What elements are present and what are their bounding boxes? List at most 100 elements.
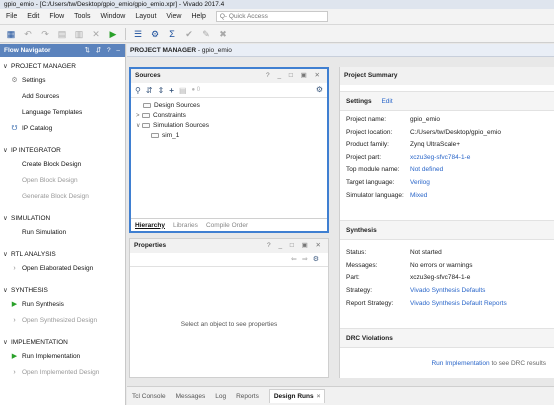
chevron-down-icon: ∨ bbox=[3, 63, 8, 70]
menu-flow[interactable]: Flow bbox=[49, 13, 64, 20]
menu-window[interactable]: Window bbox=[100, 13, 125, 20]
menu-bar: File Edit Flow Tools Window Layout View … bbox=[0, 9, 554, 25]
project-summary-panel: Project Summary Settings Edit Project na… bbox=[339, 67, 554, 378]
nav-run-implementation[interactable]: ▶ Run Implementation bbox=[0, 349, 125, 365]
section-rtl-analysis[interactable]: ∨ RTL ANALYSIS bbox=[0, 248, 125, 261]
run-icon[interactable]: ▶ bbox=[108, 29, 118, 39]
copy-icon[interactable]: ▤ bbox=[57, 29, 67, 39]
nav-ip-catalog[interactable]: ☋ IP Catalog bbox=[0, 121, 125, 137]
panel-controls[interactable]: ? _ □ ▣ ✕ bbox=[267, 239, 324, 253]
nav-add-sources[interactable]: Add Sources bbox=[0, 89, 125, 105]
synthesis-strategy-link[interactable]: Vivado Synthesis Defaults bbox=[410, 285, 485, 298]
summary-row: Target language: Verilog bbox=[340, 177, 554, 190]
nav-settings[interactable]: ⚙ Settings bbox=[0, 73, 125, 89]
settings-icon[interactable]: ⚙ bbox=[150, 29, 160, 39]
tab-reports[interactable]: Reports bbox=[236, 393, 259, 400]
quick-access-input[interactable]: Q- Quick Access bbox=[215, 11, 328, 22]
main-toolbar: ▦ ↶ ↷ ▤ ▥ ✕ ▶ ☰ ⚙ Σ ✔ ✎ ✖ bbox=[0, 25, 554, 43]
flow-navigator: Flow Navigator ⇅ ⇵ ? – ∨ PROJECT MANAGER … bbox=[0, 44, 126, 405]
nav-language-templates[interactable]: Language Templates bbox=[0, 105, 125, 121]
summary-row: Messages: No errors or warnings bbox=[346, 261, 473, 269]
flow-navigator-controls[interactable]: ⇅ ⇵ ? – bbox=[84, 44, 122, 57]
tree-constraints[interactable]: > Constraints bbox=[131, 111, 327, 121]
menu-tools[interactable]: Tools bbox=[74, 13, 90, 20]
menu-edit[interactable]: Edit bbox=[27, 13, 39, 20]
chevron-right-icon: › bbox=[13, 317, 16, 324]
tab-libraries[interactable]: Libraries bbox=[173, 222, 198, 229]
nav-generate-block-design[interactable]: Generate Block Design bbox=[0, 189, 125, 205]
nav-run-synthesis[interactable]: ▶ Run Synthesis bbox=[0, 297, 125, 313]
chevron-down-icon: ∨ bbox=[3, 287, 8, 294]
flow-navigator-title: Flow Navigator bbox=[4, 47, 51, 54]
menu-help[interactable]: Help bbox=[191, 13, 205, 20]
project-summary-header: Project Summary bbox=[340, 67, 554, 85]
search-icon[interactable]: ⚲ bbox=[135, 86, 141, 95]
close-icon[interactable]: × bbox=[317, 393, 321, 400]
target-language-link[interactable]: Verilog bbox=[410, 177, 430, 190]
nav-run-simulation[interactable]: Run Simulation bbox=[0, 225, 125, 241]
open-project-icon[interactable]: ▦ bbox=[6, 29, 16, 39]
pencil-icon[interactable]: ✎ bbox=[201, 29, 211, 39]
nav-open-block-design[interactable]: Open Block Design bbox=[0, 173, 125, 189]
tab-log[interactable]: Log bbox=[215, 393, 226, 400]
paste-icon[interactable]: ▥ bbox=[74, 29, 84, 39]
section-project-manager[interactable]: ∨ PROJECT MANAGER bbox=[0, 60, 125, 73]
section-ip-integrator[interactable]: ∨ IP INTEGRATOR bbox=[0, 144, 125, 157]
flow-navigator-header: Flow Navigator ⇅ ⇵ ? – bbox=[0, 44, 125, 57]
tab-compile-order[interactable]: Compile Order bbox=[206, 222, 248, 229]
properties-empty-message: Select an object to see properties bbox=[180, 321, 278, 328]
nav-create-block-design[interactable]: Create Block Design bbox=[0, 157, 125, 173]
summary-row: Top module name: Not defined bbox=[340, 164, 554, 177]
top-module-link[interactable]: Not defined bbox=[410, 164, 443, 177]
tab-tcl-console[interactable]: Tcl Console bbox=[132, 393, 166, 400]
tree-sim-1[interactable]: sim_1 bbox=[131, 131, 327, 141]
nav-open-elaborated-design[interactable]: › Open Elaborated Design bbox=[0, 261, 125, 277]
auto-connect-icon[interactable]: ✔ bbox=[184, 29, 194, 39]
tab-messages[interactable]: Messages bbox=[176, 393, 206, 400]
ip-icon: ☋ bbox=[11, 125, 18, 132]
forward-arrow-icon[interactable]: ⇒ bbox=[302, 256, 313, 263]
sources-toolbar: ⚲ ⇵ ⇕ + ▤ ● 0 ⚙ bbox=[131, 83, 327, 98]
file-icon[interactable]: ▤ bbox=[179, 86, 187, 95]
edit-settings-link[interactable]: Edit bbox=[381, 98, 392, 105]
program-device-icon[interactable]: ☰ bbox=[133, 29, 143, 39]
properties-header: Properties ? _ □ ▣ ✕ bbox=[130, 239, 328, 253]
nav-open-synthesized-design[interactable]: › Open Synthesized Design bbox=[0, 313, 125, 329]
simulator-language-link[interactable]: Mixed bbox=[410, 190, 427, 203]
gear-icon[interactable]: ⚙ bbox=[316, 85, 323, 94]
section-synthesis[interactable]: ∨ SYNTHESIS bbox=[0, 284, 125, 297]
redo-icon[interactable]: ↷ bbox=[40, 29, 50, 39]
menu-file[interactable]: File bbox=[6, 13, 17, 20]
menu-layout[interactable]: Layout bbox=[135, 13, 156, 20]
cancel-icon[interactable]: ✖ bbox=[218, 29, 228, 39]
play-icon: ▶ bbox=[11, 353, 18, 360]
tab-hierarchy[interactable]: Hierarchy bbox=[135, 222, 165, 229]
tab-design-runs[interactable]: Design Runs × bbox=[268, 389, 326, 403]
chevron-down-icon: ∨ bbox=[3, 251, 8, 258]
panel-controls[interactable]: ? _ □ ▣ ✕ bbox=[266, 69, 323, 83]
tree-simulation-sources[interactable]: ∨ Simulation Sources bbox=[131, 121, 327, 131]
collapse-all-icon[interactable]: ⇵ bbox=[146, 86, 153, 95]
delete-icon[interactable]: ✕ bbox=[91, 29, 101, 39]
folder-icon bbox=[151, 132, 159, 138]
properties-toolbar: ⇐⇒⚙ bbox=[130, 253, 328, 267]
nav-open-implemented-design[interactable]: › Open Implemented Design bbox=[0, 365, 125, 381]
summary-row: Strategy: Vivado Synthesis Defaults bbox=[340, 285, 554, 298]
chevron-down-icon: ∨ bbox=[3, 215, 8, 222]
summary-row: Project name: gpio_emio bbox=[346, 116, 440, 123]
tree-design-sources[interactable]: Design Sources bbox=[131, 101, 327, 111]
report-strategy-link[interactable]: Vivado Synthesis Default Reports bbox=[410, 298, 507, 311]
expand-all-icon[interactable]: ⇕ bbox=[158, 86, 165, 95]
sigma-icon[interactable]: Σ bbox=[167, 29, 177, 39]
undo-icon[interactable]: ↶ bbox=[23, 29, 33, 39]
project-part-link[interactable]: xczu3eg-sfvc784-1-e bbox=[410, 152, 470, 165]
add-icon[interactable]: + bbox=[169, 86, 174, 95]
run-implementation-link[interactable]: Run Implementation bbox=[431, 360, 489, 367]
section-implementation[interactable]: ∨ IMPLEMENTATION bbox=[0, 336, 125, 349]
back-arrow-icon[interactable]: ⇐ bbox=[291, 256, 302, 263]
bottom-tab-bar: Tcl Console Messages Log Reports Design … bbox=[127, 386, 554, 405]
properties-panel: Properties ? _ □ ▣ ✕ ⇐⇒⚙ Select an objec… bbox=[129, 238, 329, 378]
menu-view[interactable]: View bbox=[166, 13, 181, 20]
gear-icon[interactable]: ⚙ bbox=[313, 256, 324, 263]
section-simulation[interactable]: ∨ SIMULATION bbox=[0, 212, 125, 225]
